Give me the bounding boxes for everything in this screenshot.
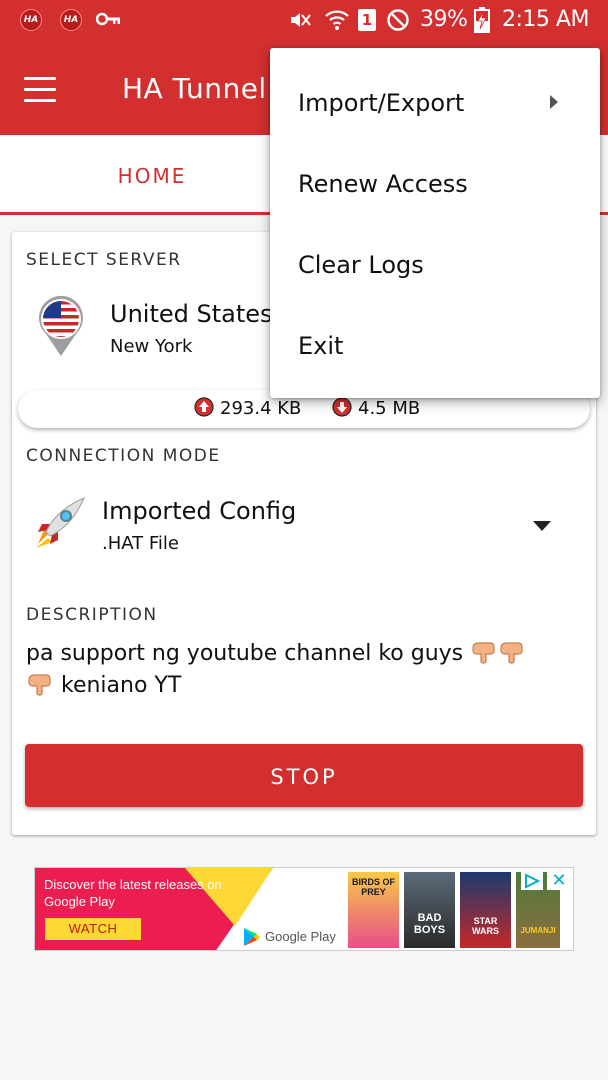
ad-choices-icon[interactable]	[521, 872, 543, 890]
pointing-down-hand-icon	[472, 642, 495, 664]
overflow-popup-menu: Import/Export Renew Access Clear Logs Ex…	[270, 48, 600, 398]
pointing-down-hand-icon	[28, 674, 51, 696]
ad-store-label: Google Play	[265, 929, 336, 944]
ad-watch-button[interactable]: WATCH	[45, 918, 141, 940]
upload-value: 293.4 KB	[220, 398, 302, 419]
menu-item-label: Clear Logs	[298, 251, 424, 279]
vpn-key-icon	[96, 12, 120, 26]
menu-item-exit[interactable]: Exit	[270, 306, 600, 387]
description-label: DESCRIPTION	[26, 605, 158, 625]
menu-item-label: Exit	[298, 332, 344, 360]
screen: HA HA 1 39% 2:15 AM HA Tunnel HOME SELEC…	[0, 0, 608, 1080]
notification-ha-icon: HA	[60, 9, 82, 31]
do-not-disturb-icon	[387, 9, 409, 31]
hamburger-menu-icon[interactable]	[24, 77, 58, 102]
ad-poster: BIRDS OF PREY	[348, 872, 399, 948]
connection-mode-name: Imported Config	[102, 497, 297, 525]
upload-stat: 293.4 KB	[194, 397, 302, 420]
server-city: New York	[110, 336, 193, 357]
download-value: 4.5 MB	[358, 398, 421, 419]
status-time: 2:15 AM	[502, 7, 589, 32]
ad-headline: Discover the latest releases on Google P…	[44, 877, 222, 909]
ad-poster: BAD BOYS	[404, 872, 455, 948]
menu-item-label: Import/Export	[298, 89, 465, 117]
stop-button[interactable]: STOP	[25, 744, 583, 807]
pointing-down-hand-icon	[500, 642, 523, 664]
rocket-icon	[36, 497, 85, 548]
status-bar: HA HA 1 39% 2:15 AM	[0, 0, 608, 40]
upload-arrow-icon	[194, 397, 214, 417]
select-server-label: SELECT SERVER	[26, 250, 182, 270]
menu-item-renew-access[interactable]: Renew Access	[270, 144, 600, 225]
connection-mode-label: CONNECTION MODE	[26, 446, 221, 466]
menu-item-label: Renew Access	[298, 170, 468, 198]
dropdown-arrow-icon[interactable]	[533, 521, 551, 531]
server-name: United States	[110, 300, 273, 328]
app-title: HA Tunnel	[122, 72, 267, 105]
submenu-arrow-icon	[550, 95, 558, 109]
battery-charging-icon	[474, 7, 490, 33]
ad-close-icon[interactable]: ✕	[547, 870, 571, 890]
connection-mode-type: .HAT File	[102, 533, 180, 554]
tab-home[interactable]: HOME	[0, 135, 304, 212]
google-play-logo-icon	[244, 928, 260, 946]
download-stat: 4.5 MB	[332, 397, 421, 420]
mute-icon	[291, 13, 311, 27]
notification-ha-icon: HA	[20, 9, 42, 31]
menu-item-clear-logs[interactable]: Clear Logs	[270, 225, 600, 306]
description-text: pa support ng youtube channel ko guys ke…	[26, 638, 582, 702]
download-arrow-icon	[332, 397, 352, 417]
usa-flag-pin-icon	[39, 295, 83, 356]
ad-banner[interactable]: Discover the latest releases on Google P…	[34, 867, 574, 951]
wifi-icon	[325, 10, 349, 30]
description-line-1: pa support ng youtube channel ko guys	[26, 641, 464, 666]
battery-percent: 39%	[420, 7, 468, 32]
description-line-2: keniano YT	[61, 673, 182, 698]
sim-icon: 1	[358, 9, 376, 31]
ad-poster: STAR WARS	[460, 872, 511, 948]
